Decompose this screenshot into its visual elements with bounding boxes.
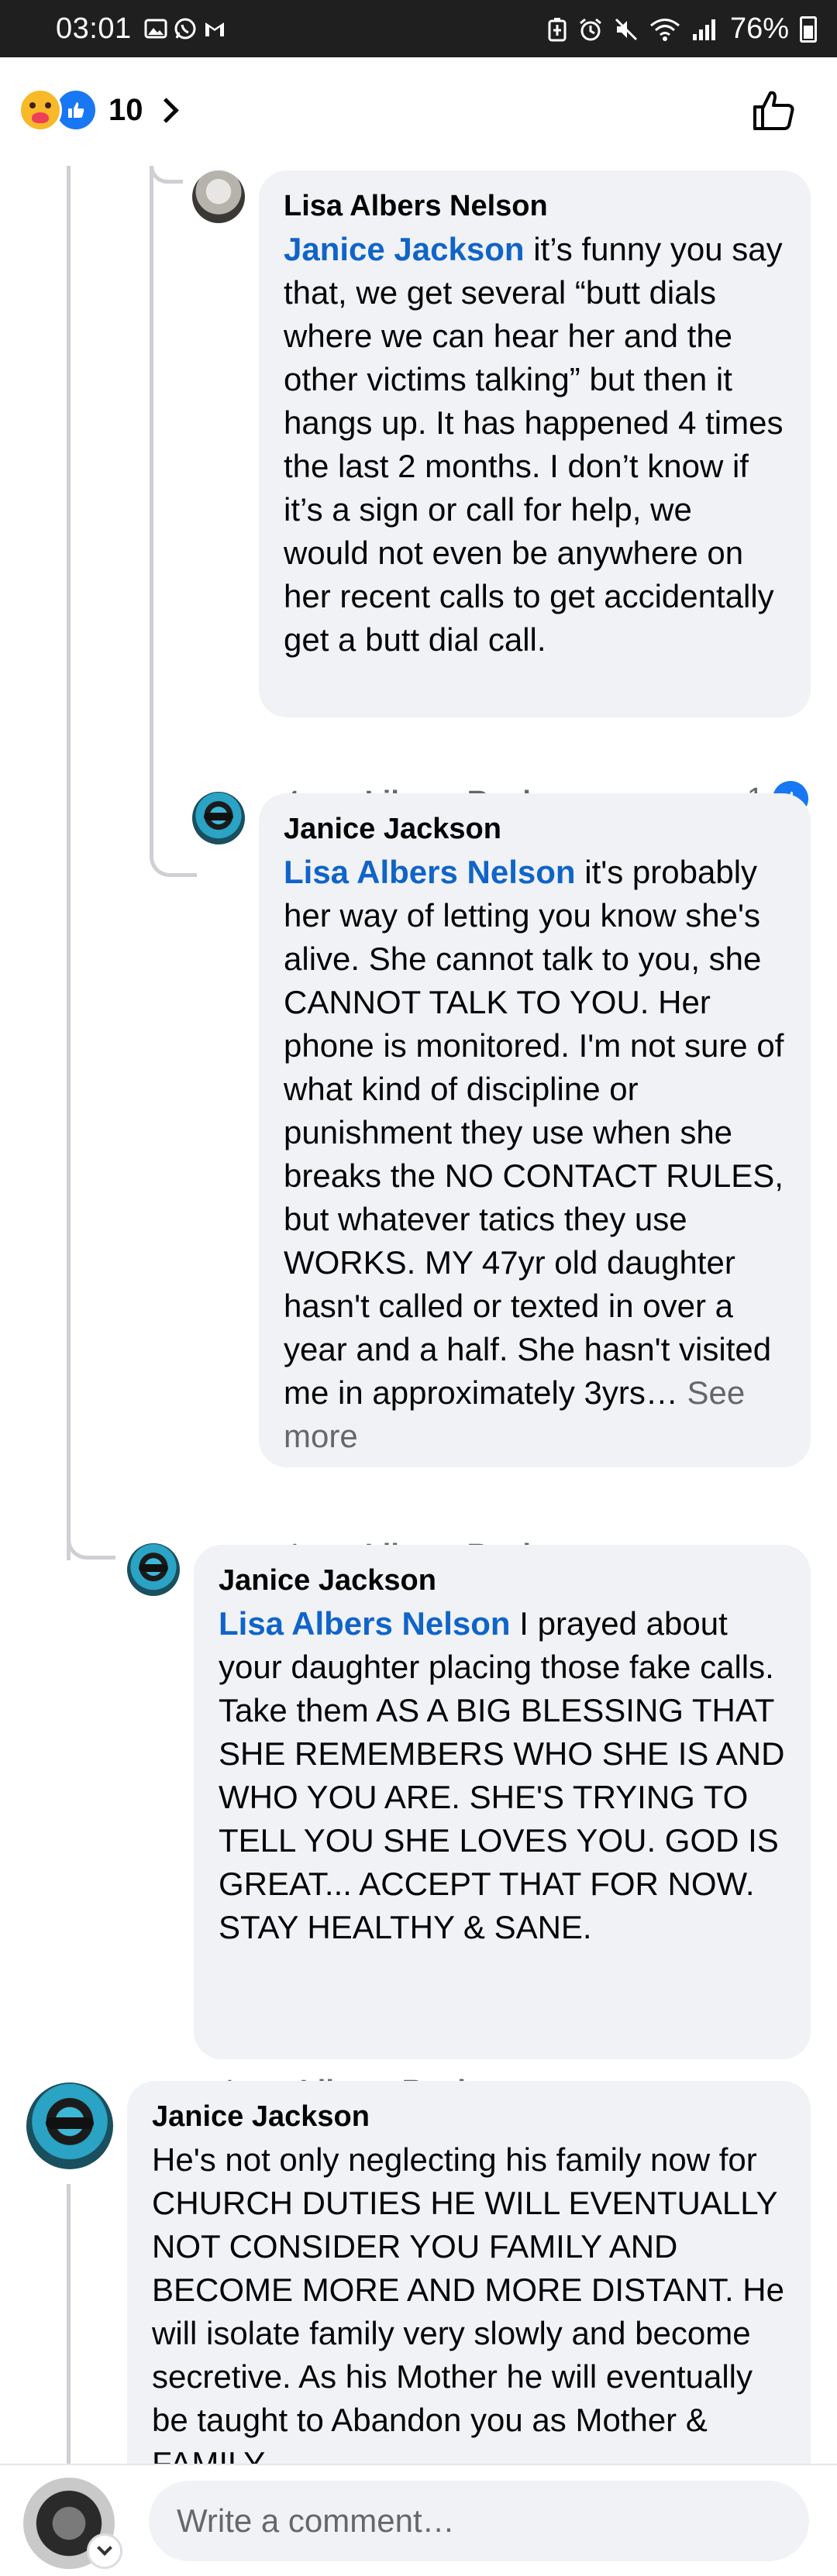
reactions-summary[interactable]: 10 (19, 88, 179, 132)
reaction-count: 10 (108, 92, 143, 127)
comment-bubble: Janice Jackson Lisa Albers Nelson I pray… (194, 1545, 811, 2059)
notification-icons (144, 17, 226, 40)
comment-author[interactable]: Janice Jackson (152, 2098, 786, 2135)
comment-body: it's probably her way of letting you kno… (284, 854, 784, 1411)
comment-author[interactable]: Janice Jackson (284, 810, 786, 848)
alarm-icon (579, 18, 601, 40)
chevron-right-icon (153, 97, 179, 123)
mention-link[interactable]: Lisa Albers Nelson (219, 1605, 511, 1642)
avatar[interactable] (26, 2082, 113, 2169)
thread-connector-2 (150, 321, 197, 877)
battery-percent: 76% (729, 12, 789, 45)
signal-icon (692, 19, 715, 40)
wifi-icon (649, 18, 680, 41)
status-right: 76% (547, 12, 817, 46)
comments-sheet: 10 Lisa Albers Nelson Janice Jackson it’… (0, 57, 837, 2576)
comment-bubble: Lisa Albers Nelson Janice Jackson it’s f… (259, 170, 811, 717)
comment-author[interactable]: Janice Jackson (219, 1562, 786, 1599)
comment-text: Lisa Albers Nelson it's probably her way… (284, 851, 786, 1458)
battery-saver-icon (548, 17, 567, 41)
mute-icon (615, 18, 637, 40)
comment-text: Lisa Albers Nelson I prayed about your d… (219, 1602, 786, 1949)
whatsapp-icon (174, 18, 196, 40)
thread-connector-1 (150, 166, 183, 184)
mention-link[interactable]: Lisa Albers Nelson (284, 854, 576, 890)
thread-line-inner (150, 166, 153, 321)
comment-body: I prayed about your daughter placing tho… (219, 1605, 785, 1945)
thread-line-outer (67, 166, 71, 1560)
status-bar: 03:01 76% (0, 0, 837, 57)
gallery-icon (144, 19, 167, 39)
avatar[interactable] (192, 792, 245, 844)
chevron-down-icon[interactable] (87, 2533, 122, 2569)
mention-link[interactable]: Janice Jackson (284, 231, 525, 267)
comment-input[interactable]: Write a comment… (149, 2481, 809, 2561)
thumbs-up-icon[interactable] (750, 87, 797, 133)
thread-connector-3 (67, 1452, 115, 1560)
comment-composer: Write a comment… (0, 2464, 837, 2576)
avatar[interactable] (127, 1543, 180, 1596)
battery-icon (800, 15, 817, 43)
comment-text: Janice Jackson it’s funny you say that, … (284, 228, 786, 662)
comment-bubble: Janice Jackson Lisa Albers Nelson it's p… (259, 793, 811, 1467)
comment-text: He's not only neglecting his family now … (152, 2141, 784, 2481)
gmail-icon (205, 22, 224, 36)
avatar[interactable] (192, 170, 245, 223)
haha-reaction-icon (19, 88, 62, 132)
comment-body: it’s funny you say that, we get several … (284, 231, 784, 658)
status-time: 03:01 (56, 12, 132, 45)
comment-author[interactable]: Lisa Albers Nelson (284, 187, 786, 225)
